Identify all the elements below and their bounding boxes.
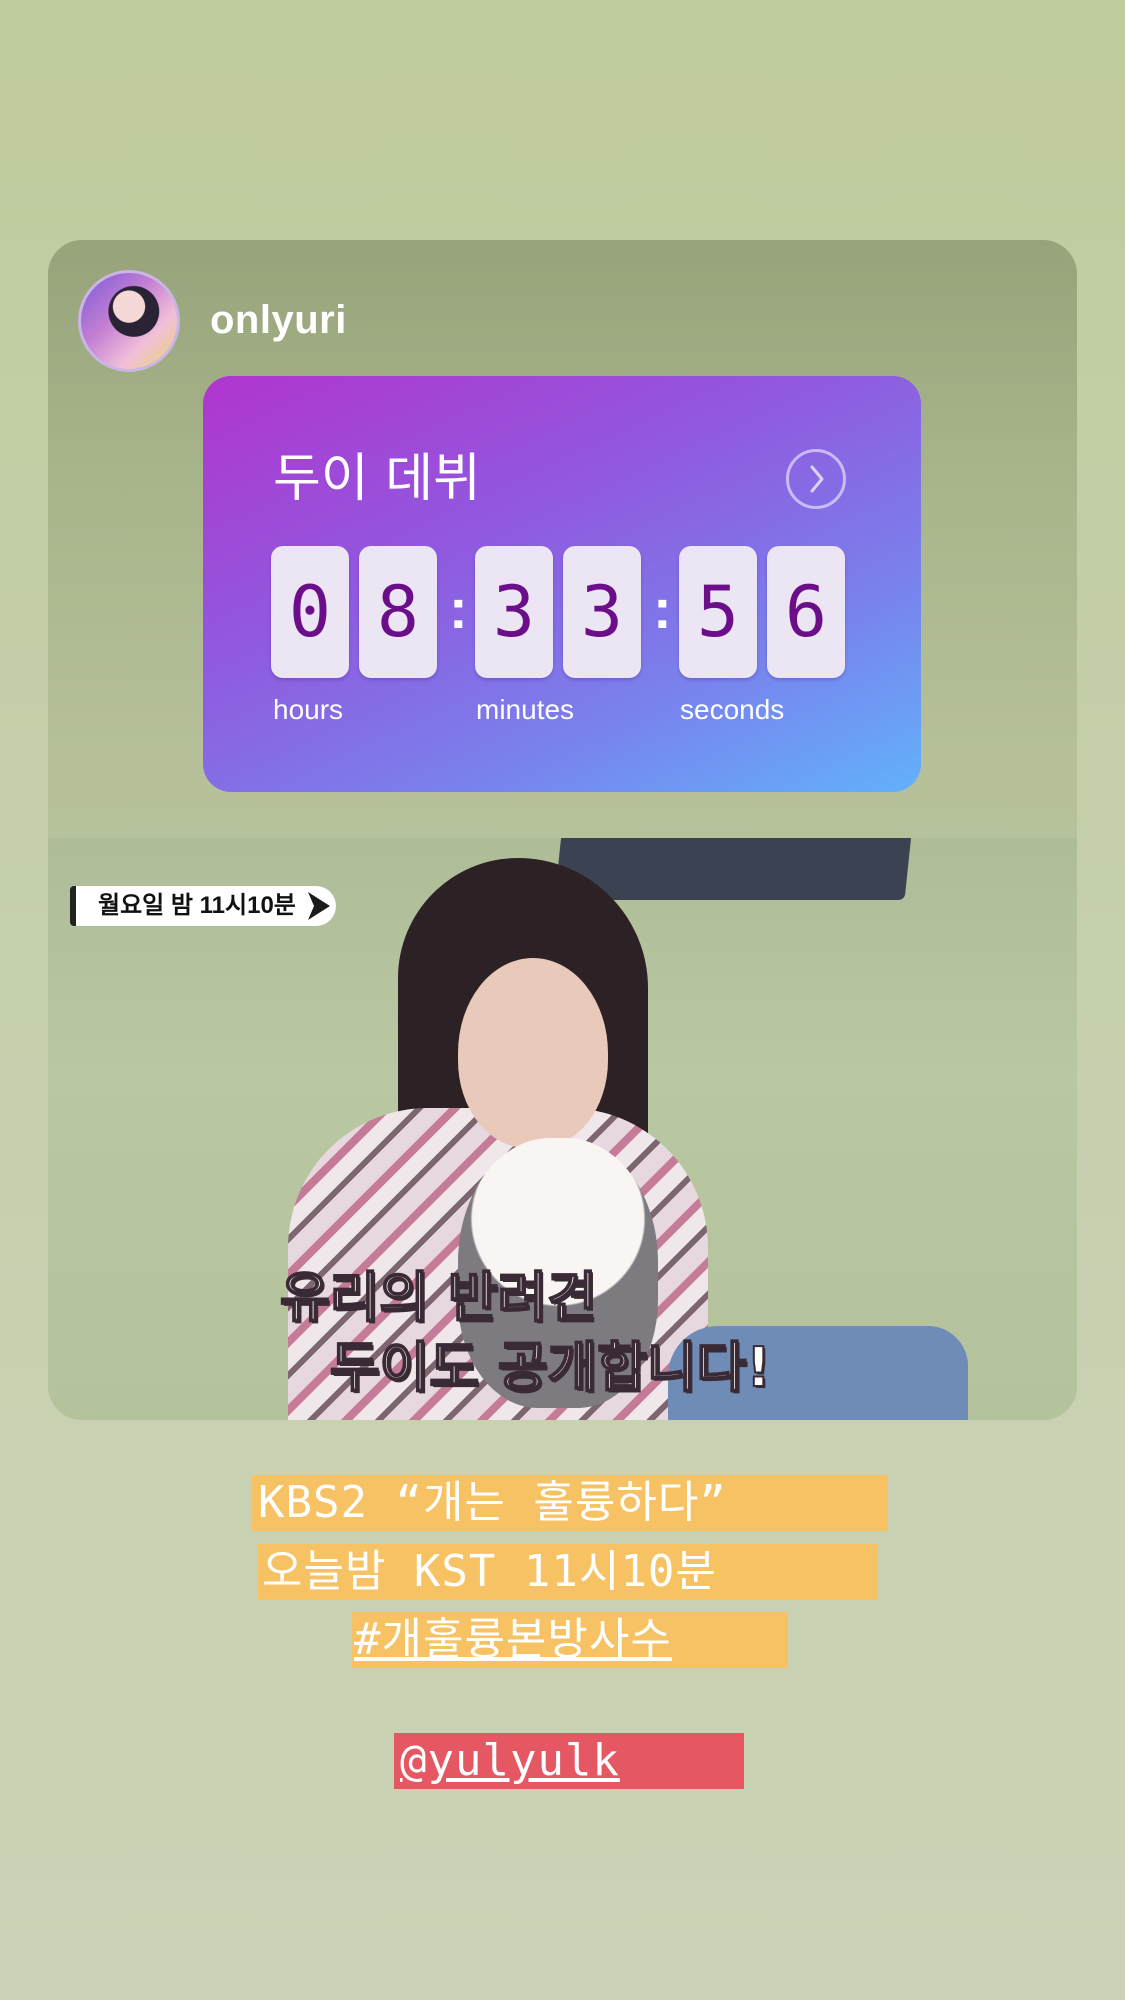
video-caption-line1: 유리의 반려견 [279, 1265, 598, 1330]
countdown-unit-seconds: seconds [680, 694, 785, 725]
countdown-digit: 3 [563, 546, 641, 678]
broadcast-time-tag: 월요일 밤 11시10분 [70, 886, 336, 926]
highlight-text-line2: 오늘밤 KST 11시10분 [258, 1544, 878, 1600]
countdown-separator: : [449, 577, 468, 640]
chevron-right-icon[interactable] [786, 449, 846, 509]
video-still-photo: 월요일 밤 11시10분 유리의 반려견 두이도 공개합니다! [48, 838, 1077, 1420]
background-banner [554, 838, 912, 900]
story-username[interactable]: onlyuri [210, 298, 347, 343]
countdown-digit: 5 [679, 546, 757, 678]
countdown-separator: : [653, 577, 672, 640]
reposted-story-card[interactable]: onlyuri 두이 데뷔 0 8 : 3 3 : 5 6 hours minu… [48, 240, 1077, 1420]
video-caption-line2: 두이도 공개합니다! [329, 1335, 772, 1400]
hashtag-link[interactable]: #개훌륭본방사수 [352, 1612, 788, 1668]
countdown-sticker[interactable]: 두이 데뷔 0 8 : 3 3 : 5 6 hours minutes seco… [203, 376, 921, 792]
countdown-digit: 6 [767, 546, 845, 678]
play-arrow-icon [308, 892, 330, 920]
countdown-digit: 8 [359, 546, 437, 678]
countdown-title: 두이 데뷔 [273, 449, 481, 509]
mention-link[interactable]: @yulyulk [394, 1733, 744, 1789]
countdown-digit: 3 [475, 546, 553, 678]
countdown-unit-hours: hours [273, 694, 344, 725]
countdown-unit-minutes: minutes [476, 694, 575, 725]
countdown-digit: 0 [271, 546, 349, 678]
highlight-text-line1: KBS2 “개는 훌륭하다” [252, 1475, 888, 1531]
profile-avatar[interactable] [78, 270, 180, 372]
person-face [458, 958, 608, 1148]
